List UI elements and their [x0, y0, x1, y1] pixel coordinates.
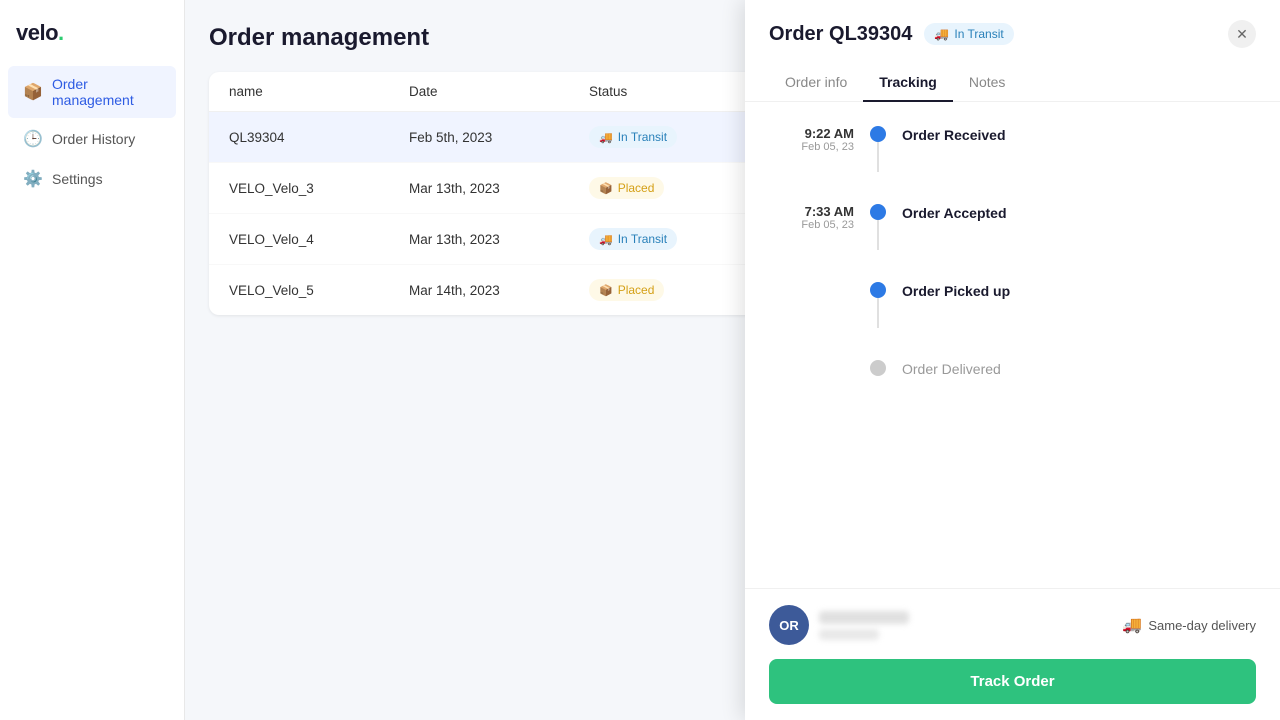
transit-icon: 🚚	[599, 233, 613, 246]
timeline-dot-delivered	[870, 360, 886, 376]
order-management-icon: 📦	[24, 83, 42, 101]
timeline-line	[877, 142, 879, 172]
timeline-label-picked-up: Order Picked up	[902, 282, 1010, 302]
delivery-badge: 🚚 Same-day delivery	[1122, 615, 1256, 635]
customer-row: OR 🚚 Same-day delivery	[769, 605, 1256, 645]
history-icon: 🕒	[24, 130, 42, 148]
timeline-time: 9:22 AM Feb 05, 23	[769, 126, 854, 153]
timeline-dot-container	[870, 126, 886, 172]
placed-icon: 📦	[599, 284, 613, 297]
timeline-label-delivered: Order Delivered	[902, 360, 1001, 380]
row-date: Mar 14th, 2023	[409, 283, 589, 298]
panel-title-row: Order QL39304 🚚 In Transit	[769, 23, 1014, 46]
timeline-dot-container	[870, 360, 886, 376]
sidebar: velo. 📦 Order management 🕒 Order History…	[0, 0, 185, 720]
row-date: Mar 13th, 2023	[409, 181, 589, 196]
row-name: VELO_Velo_3	[229, 181, 409, 196]
sidebar-nav: 📦 Order management 🕒 Order History ⚙️ Se…	[0, 66, 184, 198]
col-name: name	[229, 84, 409, 99]
row-status: 🚚 In Transit	[589, 126, 769, 148]
transit-icon: 🚚	[599, 131, 613, 144]
row-date: Feb 5th, 2023	[409, 130, 589, 145]
settings-icon: ⚙️	[24, 170, 42, 188]
delivery-truck-icon: 🚚	[1122, 615, 1142, 635]
close-panel-button[interactable]: ✕	[1228, 20, 1256, 48]
panel-tabs: Order info Tracking Notes	[745, 64, 1280, 102]
timeline-dot-accepted	[870, 204, 886, 220]
panel-status-badge: 🚚 In Transit	[924, 23, 1013, 45]
sidebar-item-label: Order management	[52, 76, 160, 108]
panel-footer: OR 🚚 Same-day delivery Track Order	[745, 588, 1280, 720]
timeline-time: 7:33 AM Feb 05, 23	[769, 204, 854, 231]
customer-details	[819, 611, 909, 640]
customer-avatar: OR	[769, 605, 809, 645]
logo-dot: .	[58, 20, 64, 45]
row-name: QL39304	[229, 130, 409, 145]
row-status: 📦 Placed	[589, 279, 769, 301]
row-name: VELO_Velo_5	[229, 283, 409, 298]
timeline-dot-picked-up	[870, 282, 886, 298]
timeline-item-received: 9:22 AM Feb 05, 23 Order Received	[769, 126, 1256, 204]
tracking-content: 9:22 AM Feb 05, 23 Order Received 7:33 A…	[745, 102, 1280, 588]
timeline-dot-container	[870, 204, 886, 250]
timeline-label-accepted: Order Accepted	[902, 204, 1007, 224]
tab-notes[interactable]: Notes	[953, 64, 1022, 102]
row-name: VELO_Velo_4	[229, 232, 409, 247]
timeline-line	[877, 298, 879, 328]
timeline-item-accepted: 7:33 AM Feb 05, 23 Order Accepted	[769, 204, 1256, 282]
track-order-button[interactable]: Track Order	[769, 659, 1256, 704]
timeline-dot-received	[870, 126, 886, 142]
col-date: Date	[409, 84, 589, 99]
col-status: Status	[589, 84, 769, 99]
panel-header: Order QL39304 🚚 In Transit ✕	[745, 0, 1280, 48]
timeline-line	[877, 220, 879, 250]
transit-badge-icon: 🚚	[934, 27, 949, 41]
panel-title: Order QL39304	[769, 23, 912, 46]
timeline-item-delivered: Order Delivered	[769, 360, 1256, 412]
timeline-label-received: Order Received	[902, 126, 1006, 146]
row-date: Mar 13th, 2023	[409, 232, 589, 247]
logo: velo.	[0, 16, 184, 66]
sidebar-item-order-history[interactable]: 🕒 Order History	[8, 120, 176, 158]
order-detail-panel: Order QL39304 🚚 In Transit ✕ Order info …	[745, 0, 1280, 720]
logo-brand: velo	[16, 20, 58, 45]
tab-order-info[interactable]: Order info	[769, 64, 863, 102]
tracking-timeline: 9:22 AM Feb 05, 23 Order Received 7:33 A…	[769, 126, 1256, 412]
sidebar-item-label: Settings	[52, 171, 103, 187]
row-status: 🚚 In Transit	[589, 228, 769, 250]
row-status: 📦 Placed	[589, 177, 769, 199]
tab-tracking[interactable]: Tracking	[863, 64, 953, 102]
timeline-item-picked-up: Order Picked up	[769, 282, 1256, 360]
customer-info: OR	[769, 605, 909, 645]
placed-icon: 📦	[599, 182, 613, 195]
sidebar-item-settings[interactable]: ⚙️ Settings	[8, 160, 176, 198]
sidebar-item-label: Order History	[52, 131, 135, 147]
sidebar-item-order-management[interactable]: 📦 Order management	[8, 66, 176, 118]
timeline-dot-container	[870, 282, 886, 328]
